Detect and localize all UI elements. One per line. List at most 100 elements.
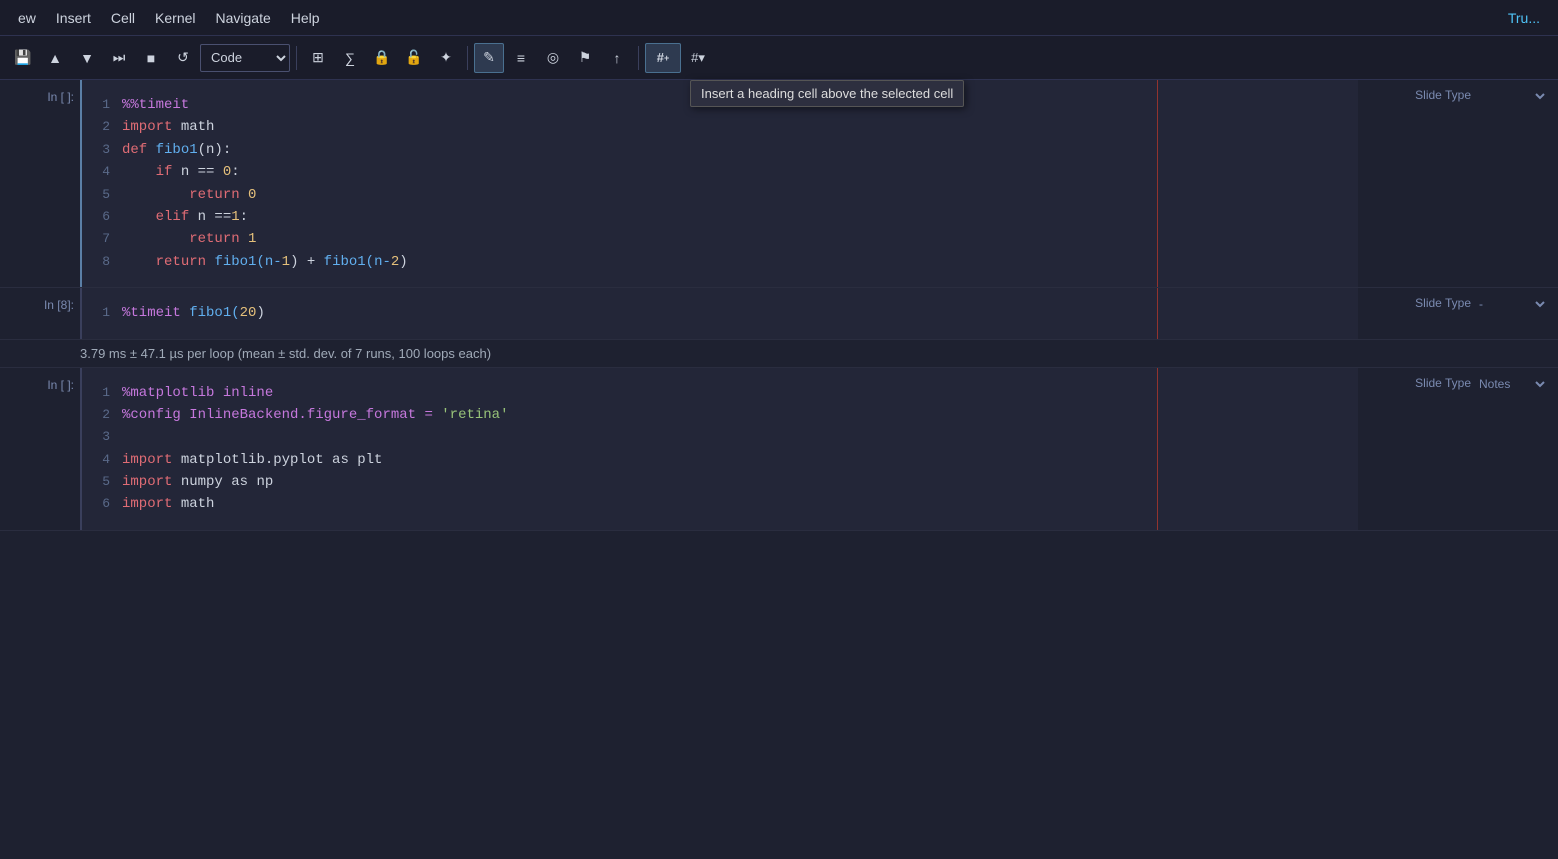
list-button[interactable]: ≡ <box>506 43 536 73</box>
code-line-3-3: 3 <box>94 426 1346 448</box>
cell-1-content[interactable]: 1 %%timeit 2 import math 3 def fibo1(n):… <box>80 80 1358 287</box>
code-line-1-7: 7 return 1 <box>94 228 1346 250</box>
code-text <box>122 426 130 448</box>
line-num: 3 <box>94 427 122 448</box>
code-text: def fibo1(n): <box>122 139 231 161</box>
code-line-1-4: 4 if n == 0: <box>94 161 1346 183</box>
cell-1-slide-select[interactable]: Slide Sub-Slide Fragment Skip Notes - <box>1475 88 1548 104</box>
trusted-label: Tru... <box>1508 10 1550 26</box>
code-text: elif n ==1: <box>122 206 248 228</box>
cell-3: In [ ]: 1 %matplotlib inline 2 %config I… <box>0 368 1558 531</box>
cell-3-code: 1 %matplotlib inline 2 %config InlineBac… <box>94 376 1346 522</box>
stop-button[interactable]: ■ <box>136 43 166 73</box>
edit-mode-button[interactable]: ✎ <box>474 43 504 73</box>
formula-button[interactable]: ∑ <box>335 43 365 73</box>
line-num: 4 <box>94 162 122 183</box>
code-line-3-6: 6 import math <box>94 493 1346 515</box>
line-num: 2 <box>94 117 122 138</box>
save-button[interactable]: 💾 <box>8 43 38 73</box>
menu-navigate[interactable]: Navigate <box>206 6 281 30</box>
code-text: %%timeit <box>122 94 189 116</box>
code-line-1-6: 6 elif n ==1: <box>94 206 1346 228</box>
cell-1-code: 1 %%timeit 2 import math 3 def fibo1(n):… <box>94 88 1346 279</box>
menu-cell[interactable]: Cell <box>101 6 145 30</box>
line-num: 2 <box>94 405 122 426</box>
cell-3-slide-select[interactable]: Notes Slide Sub-Slide Fragment Skip - <box>1475 376 1548 392</box>
toolbar-separator-3 <box>638 46 639 70</box>
code-line-2-1: 1 %timeit fibo1(20) <box>94 302 1346 324</box>
menu-help[interactable]: Help <box>281 6 330 30</box>
menubar: ew Insert Cell Kernel Navigate Help Tru.… <box>0 0 1558 36</box>
toolbar-separator-2 <box>467 46 468 70</box>
menu-ew[interactable]: ew <box>8 6 46 30</box>
notebook-container: In [ ]: 1 %%timeit 2 import math 3 def f… <box>0 80 1558 859</box>
code-text: return 1 <box>122 228 256 250</box>
code-line-3-5: 5 import numpy as np <box>94 471 1346 493</box>
cell-1: In [ ]: 1 %%timeit 2 import math 3 def f… <box>0 80 1558 288</box>
line-num: 5 <box>94 185 122 206</box>
eye-button[interactable]: ◎ <box>538 43 568 73</box>
cell-1-label: In [ ]: <box>0 80 80 287</box>
cell-2-content[interactable]: 1 %timeit fibo1(20) <box>80 288 1358 338</box>
line-num: 6 <box>94 207 122 228</box>
code-text: %timeit fibo1(20) <box>122 302 265 324</box>
lock-button[interactable]: 🔒 <box>367 43 397 73</box>
cell-3-slide: Slide Type Notes Slide Sub-Slide Fragmen… <box>1358 368 1558 530</box>
code-text: import matplotlib.pyplot as plt <box>122 449 382 471</box>
move-down-button[interactable]: ▼ <box>72 43 102 73</box>
cell-2-slide: Slide Type - Slide Sub-Slide Fragment Sk… <box>1358 288 1558 338</box>
line-num: 1 <box>94 383 122 404</box>
move-up-button[interactable]: ▲ <box>40 43 70 73</box>
code-text: import math <box>122 493 214 515</box>
line-num: 4 <box>94 450 122 471</box>
cell-2-output: 3.79 ms ± 47.1 µs per loop (mean ± std. … <box>0 340 1558 368</box>
code-text: %config InlineBackend.figure_format = 'r… <box>122 404 508 426</box>
code-line-1-8: 8 return fibo1(n-1) + fibo1(n-2) <box>94 251 1346 273</box>
code-text: if n == 0: <box>122 161 240 183</box>
code-line-1-5: 5 return 0 <box>94 184 1346 206</box>
code-text: import math <box>122 116 214 138</box>
cell-2: In [8]: 1 %timeit fibo1(20) Slide Type -… <box>0 288 1558 339</box>
table-button[interactable]: ⊞ <box>303 43 333 73</box>
cell-1-slide: Slide Type Slide Sub-Slide Fragment Skip… <box>1358 80 1558 287</box>
cell-type-select[interactable]: Code Markdown Raw NBConvert Heading <box>200 44 290 72</box>
cell-2-slide-select[interactable]: - Slide Sub-Slide Fragment Skip Notes <box>1475 296 1548 312</box>
code-text: %matplotlib inline <box>122 382 273 404</box>
star-button[interactable]: ✦ <box>431 43 461 73</box>
menu-insert[interactable]: Insert <box>46 6 101 30</box>
line-num: 1 <box>94 303 122 324</box>
code-line-3-2: 2 %config InlineBackend.figure_format = … <box>94 404 1346 426</box>
cell-2-label: In [8]: <box>0 288 80 338</box>
code-line-1-2: 2 import math <box>94 116 1346 138</box>
slide-type-label: Slide Type <box>1415 376 1471 390</box>
cell-2-redline <box>1157 288 1158 338</box>
slide-type-label: Slide Type <box>1415 296 1471 310</box>
line-num: 5 <box>94 472 122 493</box>
heading-dropdown-button[interactable]: #▾ <box>683 43 713 73</box>
line-num: 7 <box>94 229 122 250</box>
line-num: 8 <box>94 252 122 273</box>
cell-3-content[interactable]: 1 %matplotlib inline 2 %config InlineBac… <box>80 368 1358 530</box>
code-line-3-1: 1 %matplotlib inline <box>94 382 1346 404</box>
line-num: 6 <box>94 494 122 515</box>
slide-type-label: Slide Type <box>1415 88 1471 102</box>
restart-button[interactable]: ↺ <box>168 43 198 73</box>
cell-3-label: In [ ]: <box>0 368 80 530</box>
up-arrow-button[interactable]: ↑ <box>602 43 632 73</box>
cell-2-code: 1 %timeit fibo1(20) <box>94 296 1346 330</box>
fast-forward-button[interactable]: ⏭ <box>104 43 134 73</box>
unlock-button[interactable]: 🔓 <box>399 43 429 73</box>
flag-button[interactable]: ⚑ <box>570 43 600 73</box>
cell-3-redline <box>1157 368 1158 530</box>
toolbar: 💾 ▲ ▼ ⏭ ■ ↺ Code Markdown Raw NBConvert … <box>0 36 1558 80</box>
code-text: return 0 <box>122 184 256 206</box>
cell-1-redline <box>1157 80 1158 287</box>
toolbar-separator-1 <box>296 46 297 70</box>
code-line-3-4: 4 import matplotlib.pyplot as plt <box>94 449 1346 471</box>
line-num: 3 <box>94 140 122 161</box>
heading-insert-button[interactable]: #+ <box>645 43 681 73</box>
heading-insert-tooltip: Insert a heading cell above the selected… <box>690 80 964 107</box>
menu-kernel[interactable]: Kernel <box>145 6 205 30</box>
code-text: import numpy as np <box>122 471 273 493</box>
code-line-1-3: 3 def fibo1(n): <box>94 139 1346 161</box>
